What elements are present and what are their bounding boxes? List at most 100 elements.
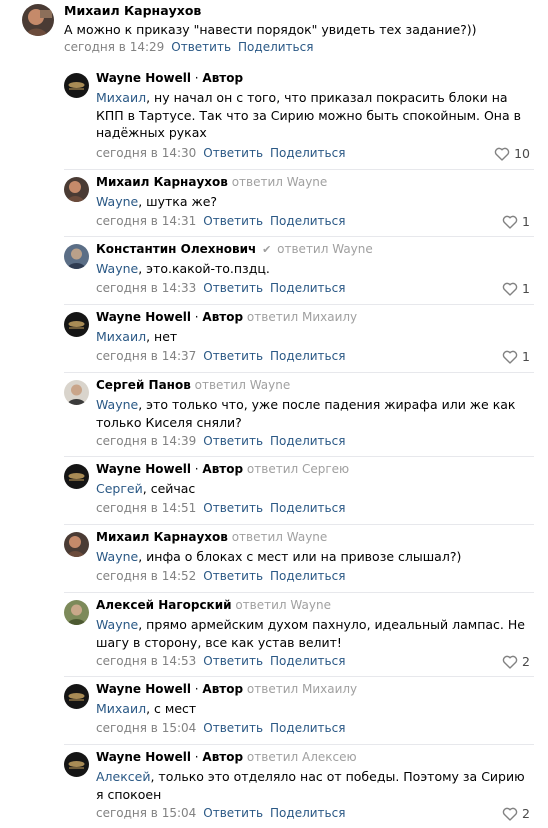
avatar[interactable]: [22, 4, 54, 36]
reply-time[interactable]: сегодня в 14:31: [96, 214, 196, 228]
reply-button[interactable]: Ответить: [203, 146, 263, 160]
reply-time[interactable]: сегодня в 14:51: [96, 501, 196, 515]
reply-button[interactable]: Ответить: [203, 501, 263, 515]
reply-text: Wayne, прямо армейским духом пахнуло, ид…: [96, 617, 525, 650]
avatar-wayne-icon: [64, 312, 89, 337]
reply-button[interactable]: Ответить: [203, 434, 263, 448]
reply-button[interactable]: Ответить: [203, 721, 263, 735]
share-button[interactable]: Поделиться: [270, 654, 345, 668]
avatar[interactable]: [64, 73, 89, 98]
reply-button[interactable]: Ответить: [203, 214, 263, 228]
share-button[interactable]: Поделиться: [238, 40, 313, 54]
replied-to[interactable]: ответил Wayne: [232, 530, 328, 544]
mention-link[interactable]: Алексей: [96, 769, 150, 784]
mention-link[interactable]: Wayne: [96, 549, 138, 564]
reply-button[interactable]: Ответить: [203, 569, 263, 583]
share-button[interactable]: Поделиться: [270, 569, 345, 583]
reply-time[interactable]: сегодня в 15:04: [96, 806, 196, 820]
reply-time[interactable]: сегодня в 14:33: [96, 281, 196, 295]
reply-time[interactable]: сегодня в 14:52: [96, 569, 196, 583]
avatar[interactable]: [64, 600, 89, 625]
comment-time[interactable]: сегодня в 14:29: [64, 40, 164, 54]
reply-button[interactable]: Ответить: [203, 654, 263, 668]
share-button[interactable]: Поделиться: [270, 214, 345, 228]
mention-link[interactable]: Wayne: [96, 397, 138, 412]
avatar[interactable]: [64, 177, 89, 202]
reply-item: Wayne Howell · Автор ответил Михаилу Мих…: [64, 676, 534, 744]
reply-author[interactable]: Wayne Howell: [96, 310, 191, 324]
reply-time[interactable]: сегодня в 14:53: [96, 654, 196, 668]
replied-to[interactable]: ответил Wayne: [277, 242, 373, 256]
share-button[interactable]: Поделиться: [270, 434, 345, 448]
mention-link[interactable]: Wayne: [96, 617, 138, 632]
mention-link[interactable]: Михаил: [96, 701, 146, 716]
reply-time[interactable]: сегодня в 14:30: [96, 146, 196, 160]
avatar-mikhail-icon: [64, 532, 89, 557]
reply-text: Алексей, только это отделяло нас от побе…: [96, 769, 525, 802]
share-button[interactable]: Поделиться: [270, 281, 345, 295]
avatar-sergey-icon: [64, 380, 89, 405]
like-button[interactable]: 1: [502, 349, 530, 364]
like-button[interactable]: 1: [502, 214, 530, 229]
reply-author[interactable]: Wayne Howell: [96, 750, 191, 764]
replied-to[interactable]: ответил Wayne: [232, 175, 328, 189]
reply-item: Сергей Панов ответил Wayne Wayne, это то…: [64, 372, 534, 456]
replied-to[interactable]: ответил Wayne: [235, 598, 331, 612]
like-button[interactable]: 2: [502, 806, 530, 821]
reply-button[interactable]: Ответить: [203, 281, 263, 295]
reply-time[interactable]: сегодня в 14:37: [96, 349, 196, 363]
like-count: 1: [522, 281, 530, 296]
reply-text: Сергей, сейчас: [96, 481, 196, 496]
reply-author[interactable]: Константин Олехнович: [96, 242, 256, 256]
share-button[interactable]: Поделиться: [270, 501, 345, 515]
reply-author[interactable]: Wayne Howell: [96, 71, 191, 85]
like-button[interactable]: 10: [494, 146, 530, 161]
avatar[interactable]: [64, 532, 89, 557]
replied-to[interactable]: ответил Михаилу: [247, 682, 357, 696]
reply-button[interactable]: Ответить: [203, 349, 263, 363]
reply-author[interactable]: Михаил Карнаухов: [96, 175, 228, 189]
reply-author[interactable]: Михаил Карнаухов: [96, 530, 228, 544]
share-button[interactable]: Поделиться: [270, 806, 345, 820]
mention-link[interactable]: Сергей: [96, 481, 143, 496]
comment-author[interactable]: Михаил Карнаухов: [64, 3, 201, 18]
mention-link[interactable]: Михаил: [96, 329, 146, 344]
avatar[interactable]: [64, 464, 89, 489]
replied-to[interactable]: ответил Wayne: [195, 378, 291, 392]
reply-button[interactable]: Ответить: [171, 40, 231, 54]
replied-to[interactable]: ответил Алексею: [247, 750, 357, 764]
reply-item: Михаил Карнаухов ответил Wayne Wayne, шу…: [64, 169, 534, 236]
reply-author[interactable]: Алексей Нагорский: [96, 598, 232, 612]
reply-author[interactable]: Wayne Howell: [96, 682, 191, 696]
avatar[interactable]: [64, 312, 89, 337]
avatar[interactable]: [64, 380, 89, 405]
reply-time[interactable]: сегодня в 15:04: [96, 721, 196, 735]
reply-author[interactable]: Сергей Панов: [96, 378, 191, 392]
mention-link[interactable]: Wayne: [96, 261, 138, 276]
reply-time[interactable]: сегодня в 14:39: [96, 434, 196, 448]
avatar-wayne-icon: [64, 464, 89, 489]
avatar[interactable]: [64, 752, 89, 777]
mention-link[interactable]: Wayne: [96, 194, 138, 209]
like-button[interactable]: 1: [502, 281, 530, 296]
heart-icon: [502, 807, 518, 821]
like-button[interactable]: 2: [502, 654, 530, 669]
avatar-mikhail-icon: [22, 4, 54, 36]
reply-author[interactable]: Wayne Howell: [96, 462, 191, 476]
replied-to[interactable]: ответил Михаилу: [247, 310, 357, 324]
share-button[interactable]: Поделиться: [270, 349, 345, 363]
avatar-wayne-icon: [64, 752, 89, 777]
share-button[interactable]: Поделиться: [270, 721, 345, 735]
reply-meta: сегодня в 14:30 Ответить Поделиться: [96, 146, 345, 160]
share-button[interactable]: Поделиться: [270, 146, 345, 160]
avatar-wayne-icon: [64, 73, 89, 98]
reply-text: Wayne, это только что, уже после падения…: [96, 397, 516, 430]
mention-link[interactable]: Михаил: [96, 90, 146, 105]
like-count: 1: [522, 214, 530, 229]
avatar[interactable]: [64, 244, 89, 269]
replied-to[interactable]: ответил Сергею: [247, 462, 349, 476]
reply-meta: сегодня в 15:04 Ответить Поделиться: [96, 806, 345, 820]
reply-button[interactable]: Ответить: [203, 806, 263, 820]
avatar[interactable]: [64, 684, 89, 709]
reply-meta: сегодня в 14:31 Ответить Поделиться: [96, 214, 345, 228]
